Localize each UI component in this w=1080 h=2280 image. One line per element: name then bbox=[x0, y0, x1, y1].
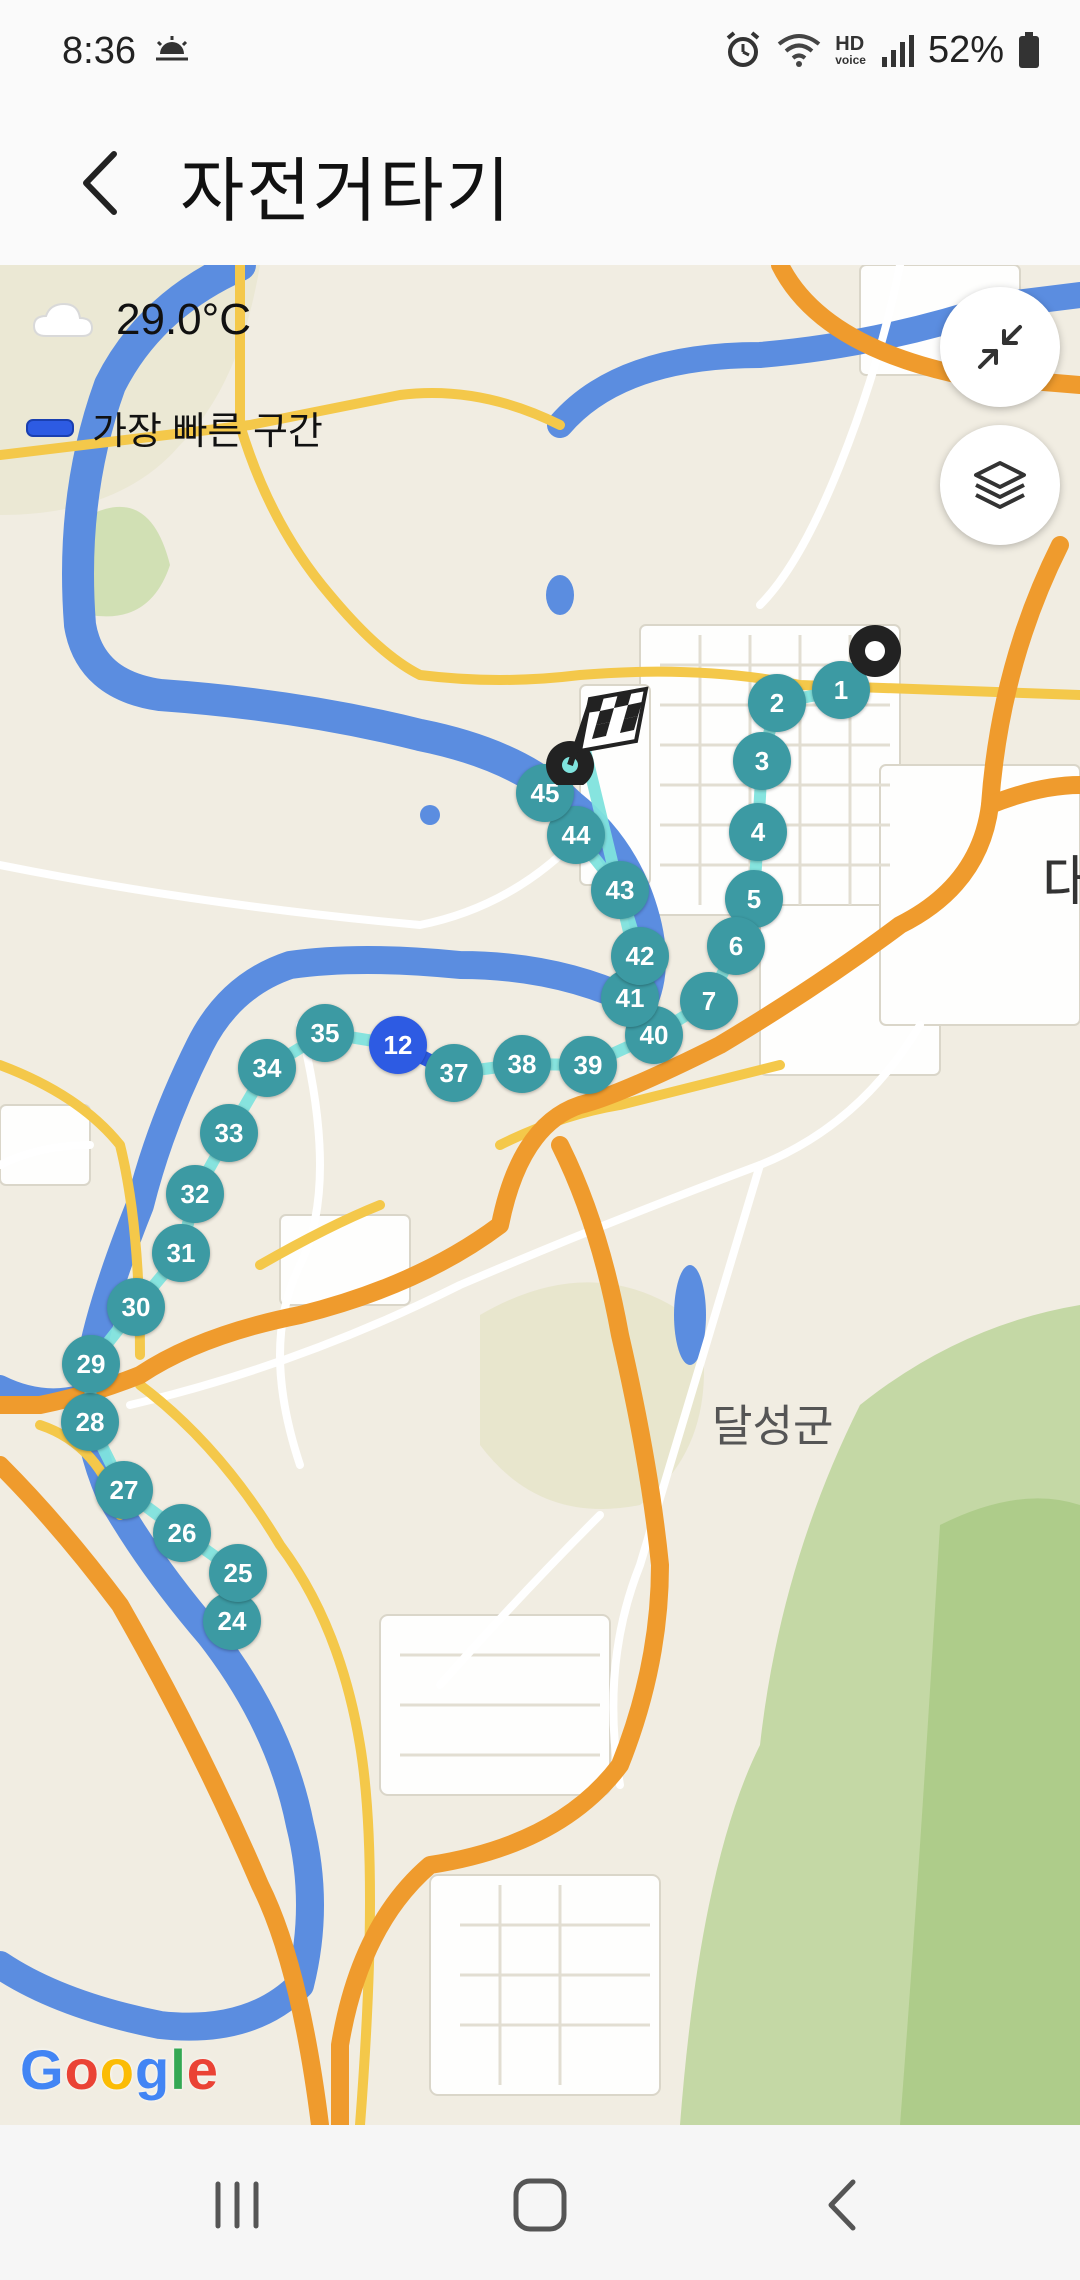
area-label: 달성군 bbox=[712, 1402, 834, 1451]
temperature: 29.0°C bbox=[116, 295, 252, 344]
route-marker-26[interactable]: 26 bbox=[153, 1504, 211, 1562]
legend-swatch bbox=[26, 418, 74, 437]
battery-icon bbox=[1019, 32, 1039, 68]
route-marker-33[interactable]: 33 bbox=[200, 1104, 258, 1162]
home-button[interactable] bbox=[495, 2170, 585, 2240]
back-icon bbox=[828, 2179, 856, 2231]
signal-icon bbox=[881, 35, 914, 67]
weather-overlay: 29.0°C bbox=[32, 295, 251, 345]
route-marker-34[interactable]: 34 bbox=[238, 1039, 296, 1097]
home-icon bbox=[513, 2178, 567, 2232]
alarm-icon bbox=[726, 31, 760, 67]
navigation-bar bbox=[0, 2125, 1080, 2280]
legend: 가장 빠른 구간 bbox=[26, 400, 323, 455]
sun-haze-icon bbox=[156, 36, 188, 61]
collapse-arrows-icon bbox=[978, 325, 1022, 369]
cloud-icon bbox=[32, 302, 94, 337]
voice-label: voice bbox=[835, 53, 866, 67]
recents-button[interactable] bbox=[192, 2170, 282, 2240]
route-marker-30[interactable]: 30 bbox=[107, 1278, 165, 1336]
page-title: 자전거타기 bbox=[180, 152, 512, 230]
layers-icon bbox=[974, 461, 1026, 509]
status-bar: 8:36 HD voice 52% bbox=[0, 0, 1080, 105]
google-attribution: Google bbox=[20, 2038, 219, 2101]
route-marker-42[interactable]: 42 bbox=[611, 927, 669, 985]
legend-label: 가장 빠른 구간 bbox=[92, 411, 323, 453]
map-base bbox=[0, 265, 1080, 2125]
back-button[interactable] bbox=[60, 143, 140, 223]
app-header: 자전거타기 bbox=[0, 105, 1080, 266]
start-point-icon[interactable] bbox=[847, 623, 903, 679]
route-marker-32[interactable]: 32 bbox=[166, 1165, 224, 1223]
map-view[interactable]: 1 2 3 4 5 6 7 12 24 25 26 27 28 29 30 31 32 33 34 35 37 38 39 4… bbox=[0, 265, 1080, 2125]
route-marker-29[interactable]: 29 bbox=[62, 1335, 120, 1393]
route-marker-27[interactable]: 27 bbox=[95, 1461, 153, 1519]
collapse-map-button[interactable] bbox=[940, 287, 1060, 407]
edge-area-label: 대 bbox=[1042, 850, 1080, 915]
status-time: 8:36 bbox=[62, 30, 136, 72]
route-marker-28[interactable]: 28 bbox=[61, 1393, 119, 1451]
route-marker-37[interactable]: 37 bbox=[425, 1044, 483, 1102]
system-back-button[interactable] bbox=[798, 2170, 888, 2240]
status-icons: HD voice 52% bbox=[723, 28, 1040, 72]
battery-percent: 52% bbox=[927, 28, 1004, 71]
route-marker-12[interactable]: 12 bbox=[369, 1016, 427, 1074]
route-marker-25[interactable]: 25 bbox=[209, 1544, 267, 1602]
chevron-left-icon bbox=[83, 151, 117, 215]
route-marker-6[interactable]: 6 bbox=[707, 917, 765, 975]
hd-voice-icon: HD voice bbox=[835, 34, 866, 66]
route-marker-35[interactable]: 35 bbox=[296, 1004, 354, 1062]
wifi-icon bbox=[778, 34, 821, 67]
route-marker-38[interactable]: 38 bbox=[493, 1035, 551, 1093]
route-marker-43[interactable]: 43 bbox=[591, 861, 649, 919]
route-marker-3[interactable]: 3 bbox=[733, 732, 791, 790]
route-marker-4[interactable]: 4 bbox=[729, 803, 787, 861]
hd-label: HD bbox=[835, 33, 865, 55]
checkered-flag-icon[interactable] bbox=[540, 685, 650, 785]
route-marker-31[interactable]: 31 bbox=[152, 1224, 210, 1282]
recents-icon bbox=[215, 2181, 259, 2229]
route-marker-39[interactable]: 39 bbox=[559, 1036, 617, 1094]
route-marker-2[interactable]: 2 bbox=[748, 674, 806, 732]
route-marker-7[interactable]: 7 bbox=[680, 972, 738, 1030]
map-layers-button[interactable] bbox=[940, 425, 1060, 545]
